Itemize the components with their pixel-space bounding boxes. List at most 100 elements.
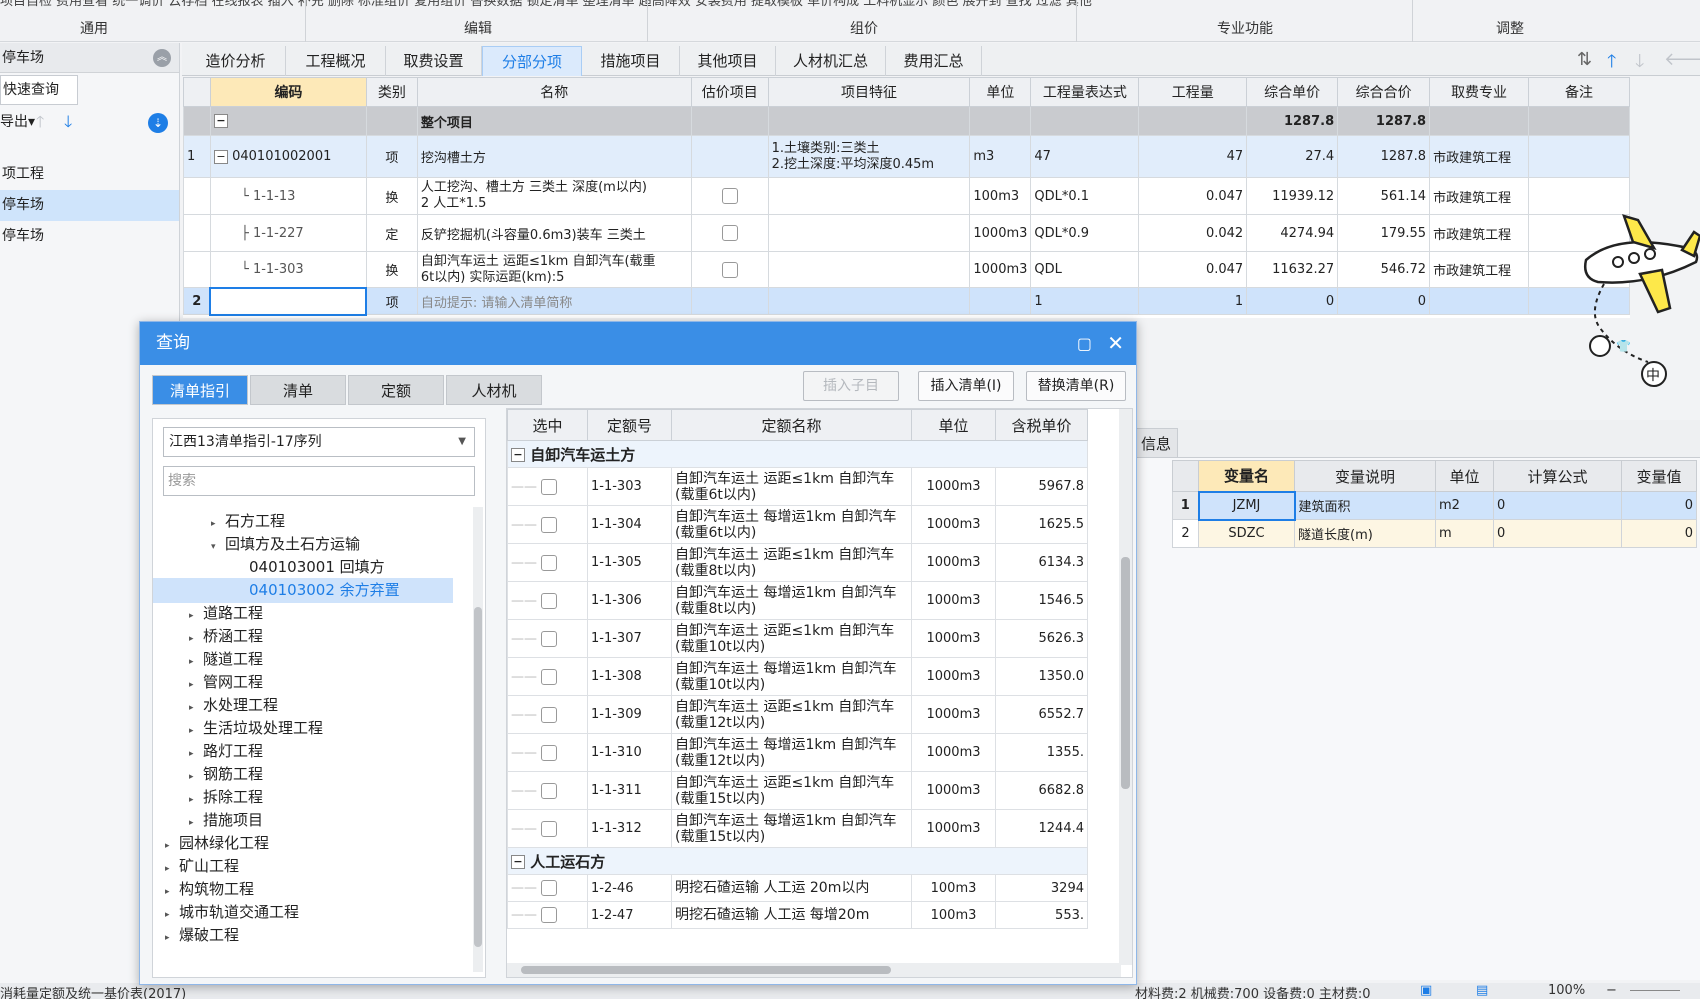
table-row[interactable]: —— 1-1-312 自卸汽车运土 每增运1km 自卸汽车 (载重15t以内) 100…	[507, 809, 1088, 848]
table-row[interactable]: —— 1-1-311 自卸汽车运土 运距≤1km 自卸汽车 (载重15t以内) 100…	[507, 771, 1088, 810]
header-quota-name[interactable]: 定额名称	[671, 409, 912, 441]
mascot-label[interactable]: 中	[1646, 365, 1660, 385]
maximize-icon[interactable]: ▢	[1077, 322, 1092, 365]
tree-node[interactable]: ▸ 道路工程	[189, 601, 263, 626]
select-checkbox[interactable]	[541, 668, 558, 685]
table-row[interactable]: └ 1-1-303 换 自卸汽车运土 运距≤1km 自卸汽车(载重 6t以内) 实…	[183, 251, 1630, 288]
tree-item-parking[interactable]: 停车场	[0, 221, 179, 252]
select-checkbox[interactable]	[541, 478, 558, 495]
tab-bill-guide[interactable]: 清单指引	[152, 375, 248, 405]
header-type[interactable]: 类别	[365, 77, 418, 107]
estimate-checkbox[interactable]	[721, 188, 738, 204]
header-code[interactable]: 编码	[209, 77, 367, 107]
arrow-left-icon[interactable]: 🡐	[1664, 49, 1700, 70]
header-quota-unit[interactable]: 单位	[911, 409, 996, 441]
guide-library-select[interactable]: 江西13清单指引-17序列 ▼	[163, 427, 475, 457]
cell-expression[interactable]: QDL*0.9	[1030, 214, 1140, 252]
header-var-unit[interactable]: 单位	[1435, 460, 1494, 492]
header-estimate[interactable]: 估价项目	[690, 77, 769, 107]
tab-info[interactable]: 信息	[1136, 428, 1178, 458]
collapse-toggle-icon[interactable]: −	[511, 855, 525, 869]
table-row-new[interactable]: 2 项 自动提示: 请输入清单简称 1 1 0 0	[183, 286, 1630, 316]
cell-expression[interactable]: QDL*0.1	[1030, 177, 1140, 215]
cell-name-hint[interactable]: 自动提示: 请输入清单简称	[416, 287, 692, 315]
quota-hscroll-thumb[interactable]	[521, 966, 891, 974]
quota-vscroll-thumb[interactable]	[1121, 557, 1130, 789]
table-row[interactable]: ├ 1-1-227 定 反铲挖掘机(斗容量0.6m3)装车 三类土 1000m3…	[183, 214, 1630, 252]
table-row[interactable]: —— 1-2-46 明挖石碴运输 人工运 20m以内 100m3 3294	[507, 874, 1088, 902]
group-row[interactable]: − 自卸汽车运土方	[507, 440, 1088, 468]
select-checkbox[interactable]	[541, 706, 558, 723]
layout-icon[interactable]: ▤	[1476, 983, 1488, 998]
select-checkbox[interactable]	[541, 516, 558, 533]
header-quota-code[interactable]: 定额号	[587, 409, 672, 441]
table-row[interactable]: —— 1-1-303 自卸汽车运土 运距≤1km 自卸汽车 (载重6t以内) 1000…	[507, 467, 1088, 506]
table-row[interactable]: └ 1-1-13 换 人工挖沟、槽土方 三类土 深度(m以内) 2 人工*1.5 …	[183, 177, 1630, 215]
insert-list-button[interactable]: 插入清单(I)	[918, 371, 1014, 401]
cell-name[interactable]: 人工挖沟、槽土方 三类土 深度(m以内) 2 人工*1.5	[416, 177, 692, 215]
tree-node[interactable]: ▸ 管网工程	[189, 670, 263, 695]
estimate-checkbox[interactable]	[721, 225, 738, 241]
table-row[interactable]: —— 1-1-308 自卸汽车运土 每增运1km 自卸汽车 (载重10t以内) 100…	[507, 657, 1088, 696]
select-checkbox[interactable]	[541, 592, 558, 609]
header-select[interactable]: 选中	[507, 409, 588, 441]
tab-labor-material-summary[interactable]: 人材机汇总	[776, 46, 886, 76]
cell-code-input[interactable]	[209, 286, 368, 316]
header-fee-category[interactable]: 取费专业	[1429, 77, 1530, 107]
zoom-slider[interactable]	[1630, 990, 1680, 991]
collapse-toggle-icon[interactable]: −	[213, 114, 228, 128]
tab-sub-items[interactable]: 分部分项	[482, 46, 582, 76]
header-unit[interactable]: 单位	[969, 77, 1032, 107]
cell-name[interactable]: 自卸汽车运土 运距≤1km 自卸汽车(载重 6t以内) 实际运距(km):5	[416, 251, 692, 288]
tree-node[interactable]: ▸ 路灯工程	[189, 739, 263, 764]
table-row[interactable]: 1 JZMJ 建筑面积 m2 0 0	[1172, 490, 1697, 521]
select-checkbox[interactable]	[541, 630, 558, 647]
tree-node[interactable]: ▸ 构筑物工程	[165, 877, 254, 902]
expand-down-icon[interactable]: ▾	[211, 535, 225, 560]
collapse-toggle-icon[interactable]: −	[511, 448, 525, 462]
tab-quota[interactable]: 定额	[348, 375, 444, 405]
table-row[interactable]: 2 SDZC 隧道长度(m) m 0 0	[1172, 519, 1697, 548]
tab-measures[interactable]: 措施项目	[582, 46, 680, 76]
select-checkbox[interactable]	[541, 820, 558, 837]
select-checkbox[interactable]	[541, 782, 558, 799]
table-row[interactable]: —— 1-1-304 自卸汽车运土 每增运1km 自卸汽车 (载重6t以内) 1000…	[507, 505, 1088, 544]
tree-search-input[interactable]: 搜索	[163, 466, 475, 496]
tree-node[interactable]: ▸ 园林绿化工程	[165, 831, 269, 856]
tree-node[interactable]: ▾ 回填方及土石方运输	[211, 532, 360, 557]
header-expression[interactable]: 工程量表达式	[1030, 77, 1140, 107]
cell-var-name[interactable]: SDZC	[1198, 519, 1295, 548]
table-row[interactable]: —— 1-1-306 自卸汽车运土 每增运1km 自卸汽车 (载重8t以内) 1000…	[507, 581, 1088, 620]
download-icon[interactable]: ⇣	[148, 113, 168, 133]
tree-node[interactable]: ▸ 措施项目	[189, 808, 263, 833]
arrow-up-icon[interactable]: 🡑	[1607, 49, 1616, 79]
collapse-icon[interactable]: ︽	[153, 49, 171, 67]
header-var-desc[interactable]: 变量说明	[1294, 460, 1436, 492]
tree-node[interactable]: ▸ 拆除工程	[189, 785, 263, 810]
tree-node[interactable]: 040103002 余方弃置	[153, 578, 453, 603]
header-feature[interactable]: 项目特征	[767, 77, 971, 107]
table-row[interactable]: 1 − 040101002001 项 挖沟槽土方 1.土壤类别:三类土 2.挖土深…	[183, 135, 1630, 178]
header-var-name[interactable]: 变量名	[1198, 460, 1295, 492]
tab-cost-analysis[interactable]: 造价分析	[186, 46, 286, 76]
tab-project-overview[interactable]: 工程概况	[286, 46, 386, 76]
cell-var-formula[interactable]: 0	[1493, 519, 1622, 548]
header-remark[interactable]: 备注	[1528, 77, 1630, 107]
tree-node[interactable]: ▸ 爆破工程	[165, 923, 239, 948]
cell-name[interactable]: 反铲挖掘机(斗容量0.6m3)装车 三类土	[416, 214, 692, 252]
cell-expression[interactable]: 47	[1030, 135, 1140, 178]
zoom-out-icon[interactable]: −	[1606, 983, 1617, 998]
tree-node[interactable]: ▸ 石方工程	[211, 509, 285, 534]
tree-node[interactable]: ▸ 钢筋工程	[189, 762, 263, 787]
tree-item-parking-selected[interactable]: 停车场	[0, 190, 179, 221]
tab-bill[interactable]: 清单	[250, 375, 346, 405]
table-row[interactable]: —— 1-1-309 自卸汽车运土 运距≤1km 自卸汽车 (载重12t以内) 100…	[507, 695, 1088, 734]
quota-hscrollbar[interactable]	[507, 963, 1121, 977]
tree-node[interactable]: ▸ 桥涵工程	[189, 624, 263, 649]
tree-node[interactable]: ▸ 城市轨道交通工程	[165, 900, 299, 925]
cell-expression[interactable]: 1	[1030, 287, 1140, 315]
table-row-total[interactable]: − 整个项目 1287.8 1287.8	[183, 106, 1630, 136]
insert-child-button[interactable]: 插入子目	[803, 371, 899, 401]
select-checkbox[interactable]	[541, 880, 558, 896]
cell-var-formula[interactable]: 0	[1493, 491, 1622, 520]
